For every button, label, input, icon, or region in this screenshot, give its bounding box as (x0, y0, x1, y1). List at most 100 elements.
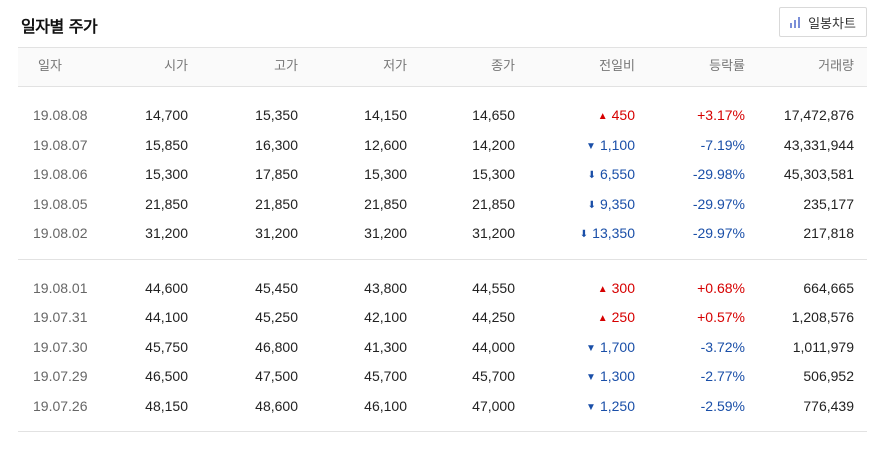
cell-date: 19.08.06 (33, 166, 88, 182)
cell-low: 43,800 (364, 279, 407, 296)
cell-volume: 235,177 (803, 195, 854, 212)
cell-high: 17,850 (255, 166, 298, 182)
cell-high: 45,450 (255, 279, 298, 296)
col-header-low: 저가 (383, 59, 407, 74)
cell-low: 14,150 (364, 107, 407, 123)
cell-change: ▲ 250 (598, 309, 635, 327)
arrow-up-icon: ▲ (597, 313, 608, 324)
cell-open: 31,200 (145, 225, 188, 241)
cell-date: 19.08.05 (33, 195, 88, 212)
cell-date: 19.07.30 (33, 338, 88, 355)
cell-open: 15,850 (145, 136, 188, 153)
table-row: 19.07.31 44,100 45,250 42,100 44,250 ▲ 250 +0.5… (18, 302, 867, 332)
cell-open: 21,850 (145, 195, 188, 212)
cell-change: ▼ 1,300 (586, 368, 635, 386)
cell-low: 42,100 (364, 309, 407, 325)
cell-high: 16,300 (255, 136, 298, 153)
cell-high: 45,250 (255, 309, 298, 325)
cell-change: ⬇ 6,550 (588, 166, 635, 184)
cell-close: 14,650 (472, 107, 515, 123)
cell-open: 14,700 (145, 107, 188, 123)
cell-rate: -29.98% (692, 166, 745, 182)
arrow-down-icon: ▼ (586, 140, 596, 152)
cell-low: 12,600 (364, 136, 407, 153)
daily-chart-button[interactable]: 일봉차트 (779, 7, 867, 37)
table-bottom-divider (18, 431, 867, 432)
cell-rate: -7.19% (700, 136, 745, 153)
cell-rate: -29.97% (692, 195, 745, 212)
cell-change-value: 9,350 (599, 195, 635, 212)
cell-date: 19.08.02 (33, 225, 88, 241)
cell-date: 19.08.08 (33, 107, 88, 123)
cell-low: 45,700 (364, 368, 407, 384)
cell-volume: 45,303,581 (783, 166, 854, 182)
cell-low: 15,300 (364, 166, 407, 182)
cell-change-value: 250 (611, 309, 635, 325)
arrow-down-icon: ▼ (586, 401, 596, 413)
col-header-rate: 등락률 (709, 59, 745, 74)
col-header-date: 일자 (38, 59, 62, 74)
cell-low: 31,200 (364, 225, 407, 241)
col-header-change: 전일비 (599, 59, 635, 74)
cell-change: ⬇ 9,350 (588, 196, 635, 214)
arrow-down-icon: ⬇ (579, 229, 589, 240)
cell-open: 45,750 (145, 338, 188, 355)
cell-date: 19.07.26 (33, 397, 88, 414)
cell-date: 19.07.31 (33, 309, 88, 325)
cell-close: 44,250 (472, 309, 515, 325)
cell-change-value: 6,550 (599, 166, 635, 182)
cell-close: 44,000 (472, 338, 515, 355)
cell-change: ▼ 1,100 (586, 137, 635, 155)
cell-high: 15,350 (255, 107, 298, 123)
cell-close: 15,300 (472, 166, 515, 182)
table-row: 19.08.02 31,200 31,200 31,200 31,200 ⬇ 13,350 -… (18, 218, 867, 248)
table-row: 19.08.07 15,850 16,300 12,600 14,200 ▼ 1,100 -7… (18, 130, 867, 160)
cell-rate: +0.68% (697, 279, 745, 296)
cell-rate: +0.57% (697, 309, 745, 325)
arrow-down-icon: ⬇ (587, 199, 596, 211)
table-row: 19.07.26 48,150 48,600 46,100 47,000 ▼ 1,250 -2… (18, 391, 867, 421)
cell-high: 48,600 (255, 397, 298, 414)
page-title: 일자별 주가 (21, 17, 98, 36)
table-row: 19.07.29 46,500 47,500 45,700 45,700 ▼ 1,300 -2… (18, 361, 867, 391)
cell-rate: -2.59% (700, 397, 745, 414)
row-group: 19.08.08 14,700 15,350 14,150 14,650 ▲ 450 +3.1… (18, 87, 867, 259)
table-row: 19.08.06 15,300 17,850 15,300 15,300 ⬇ 6,550 -2… (18, 159, 867, 189)
cell-close: 45,700 (472, 368, 515, 384)
cell-volume: 506,952 (803, 368, 854, 384)
cell-volume: 664,665 (803, 279, 854, 296)
cell-open: 44,100 (145, 309, 188, 325)
cell-volume: 43,331,944 (783, 136, 854, 153)
cell-change-value: 1,700 (599, 338, 635, 355)
cell-rate: +3.17% (697, 107, 745, 123)
cell-change: ▼ 1,700 (586, 339, 635, 357)
cell-close: 47,000 (472, 397, 515, 414)
cell-close: 44,550 (472, 279, 515, 296)
arrow-up-icon: ▲ (597, 111, 608, 122)
col-header-close: 종가 (491, 59, 515, 74)
col-header-high: 고가 (274, 59, 298, 74)
cell-date: 19.08.07 (33, 136, 88, 153)
cell-open: 15,300 (145, 166, 188, 182)
cell-change: ▲ 450 (598, 107, 635, 125)
cell-change: ▼ 1,250 (586, 398, 635, 416)
cell-change-value: 300 (611, 279, 635, 296)
cell-volume: 1,208,576 (791, 309, 854, 325)
cell-rate: -29.97% (692, 225, 745, 241)
cell-change-value: 1,100 (599, 136, 635, 153)
table-body: 19.08.08 14,700 15,350 14,150 14,650 ▲ 450 +3.1… (18, 87, 867, 432)
table-row: 19.08.05 21,850 21,850 21,850 21,850 ⬇ 9,350 -2… (18, 189, 867, 219)
table-row: 19.07.30 45,750 46,800 41,300 44,000 ▼ 1,700 -3… (18, 332, 867, 362)
cell-change-value: 450 (611, 107, 635, 123)
cell-open: 48,150 (145, 397, 188, 414)
cell-rate: -3.72% (700, 338, 745, 355)
cell-open: 44,600 (145, 279, 188, 296)
cell-open: 46,500 (145, 368, 188, 384)
table-row: 19.08.08 14,700 15,350 14,150 14,650 ▲ 450 +3.1… (18, 100, 867, 130)
cell-volume: 17,472,876 (783, 107, 854, 123)
cell-low: 21,850 (364, 195, 407, 212)
cell-close: 14,200 (472, 136, 515, 153)
bar-chart-icon (790, 16, 802, 28)
cell-rate: -2.77% (700, 368, 745, 384)
arrow-down-icon: ▼ (586, 372, 596, 383)
